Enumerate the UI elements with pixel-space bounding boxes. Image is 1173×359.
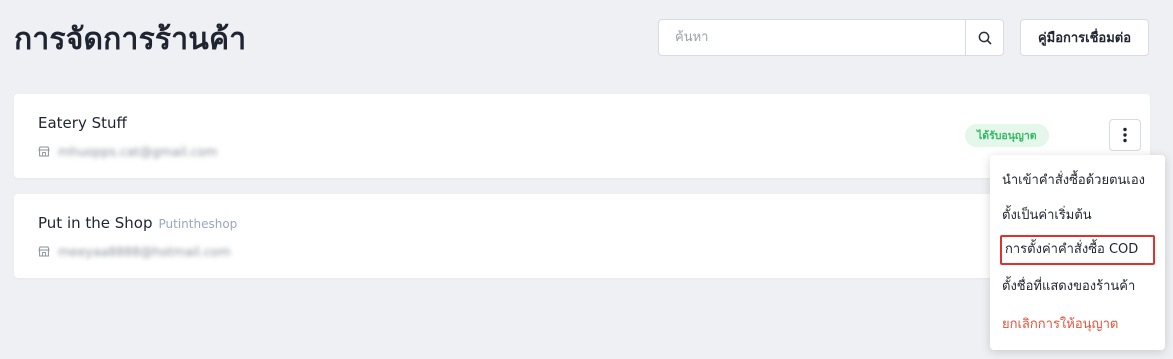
menu-item-display-name[interactable]: ตั้งชื่อที่แสดงของร้านค้า: [1002, 274, 1135, 300]
shop-email-row: meeyaa8888@hotmail.com: [38, 244, 231, 259]
shop-card: Eatery Stuff mhuopps.cat@gmail.com ได้รั…: [14, 94, 1150, 178]
store-icon: [38, 146, 50, 157]
more-options-button[interactable]: [1109, 119, 1141, 151]
page-title: การจัดการร้านค้า: [14, 22, 247, 57]
more-vertical-icon: [1123, 127, 1127, 143]
search-input[interactable]: [659, 20, 965, 55]
shop-email: meeyaa8888@hotmail.com: [58, 244, 231, 259]
shop-options-menu: นำเข้าคำสั่งซื้อด้วยตนเอง ตั้งเป็นค่าเริ…: [990, 155, 1165, 350]
status-badge: ได้รับอนุญาต: [965, 124, 1049, 147]
menu-item-revoke-authorization[interactable]: ยกเลิกการให้อนุญาต: [1002, 312, 1118, 338]
connection-guide-button[interactable]: คู่มือการเชื่อมต่อ: [1020, 19, 1149, 56]
search-button[interactable]: [965, 20, 1003, 55]
menu-item-cod-settings[interactable]: การตั้งค่าคำสั่งซื้อ COD: [1000, 235, 1155, 265]
search-icon: [978, 31, 991, 44]
shop-email-row: mhuopps.cat@gmail.com: [38, 144, 217, 159]
shop-name: Eatery Stuff: [38, 114, 127, 132]
menu-item-import-orders[interactable]: นำเข้าคำสั่งซื้อด้วยตนเอง: [1002, 168, 1145, 194]
store-icon: [38, 246, 50, 257]
shop-name-row: Eatery Stuff: [38, 114, 127, 132]
shop-card: Put in the Shop Putintheshop meeyaa8888@…: [14, 194, 1150, 278]
shop-email: mhuopps.cat@gmail.com: [58, 144, 218, 159]
menu-item-set-default[interactable]: ตั้งเป็นค่าเริ่มต้น: [1002, 203, 1092, 229]
shop-name-row: Put in the Shop Putintheshop: [38, 214, 237, 232]
search-box: [658, 19, 1004, 56]
shop-name: Put in the Shop: [38, 214, 153, 232]
shop-alias: Putintheshop: [158, 217, 238, 231]
